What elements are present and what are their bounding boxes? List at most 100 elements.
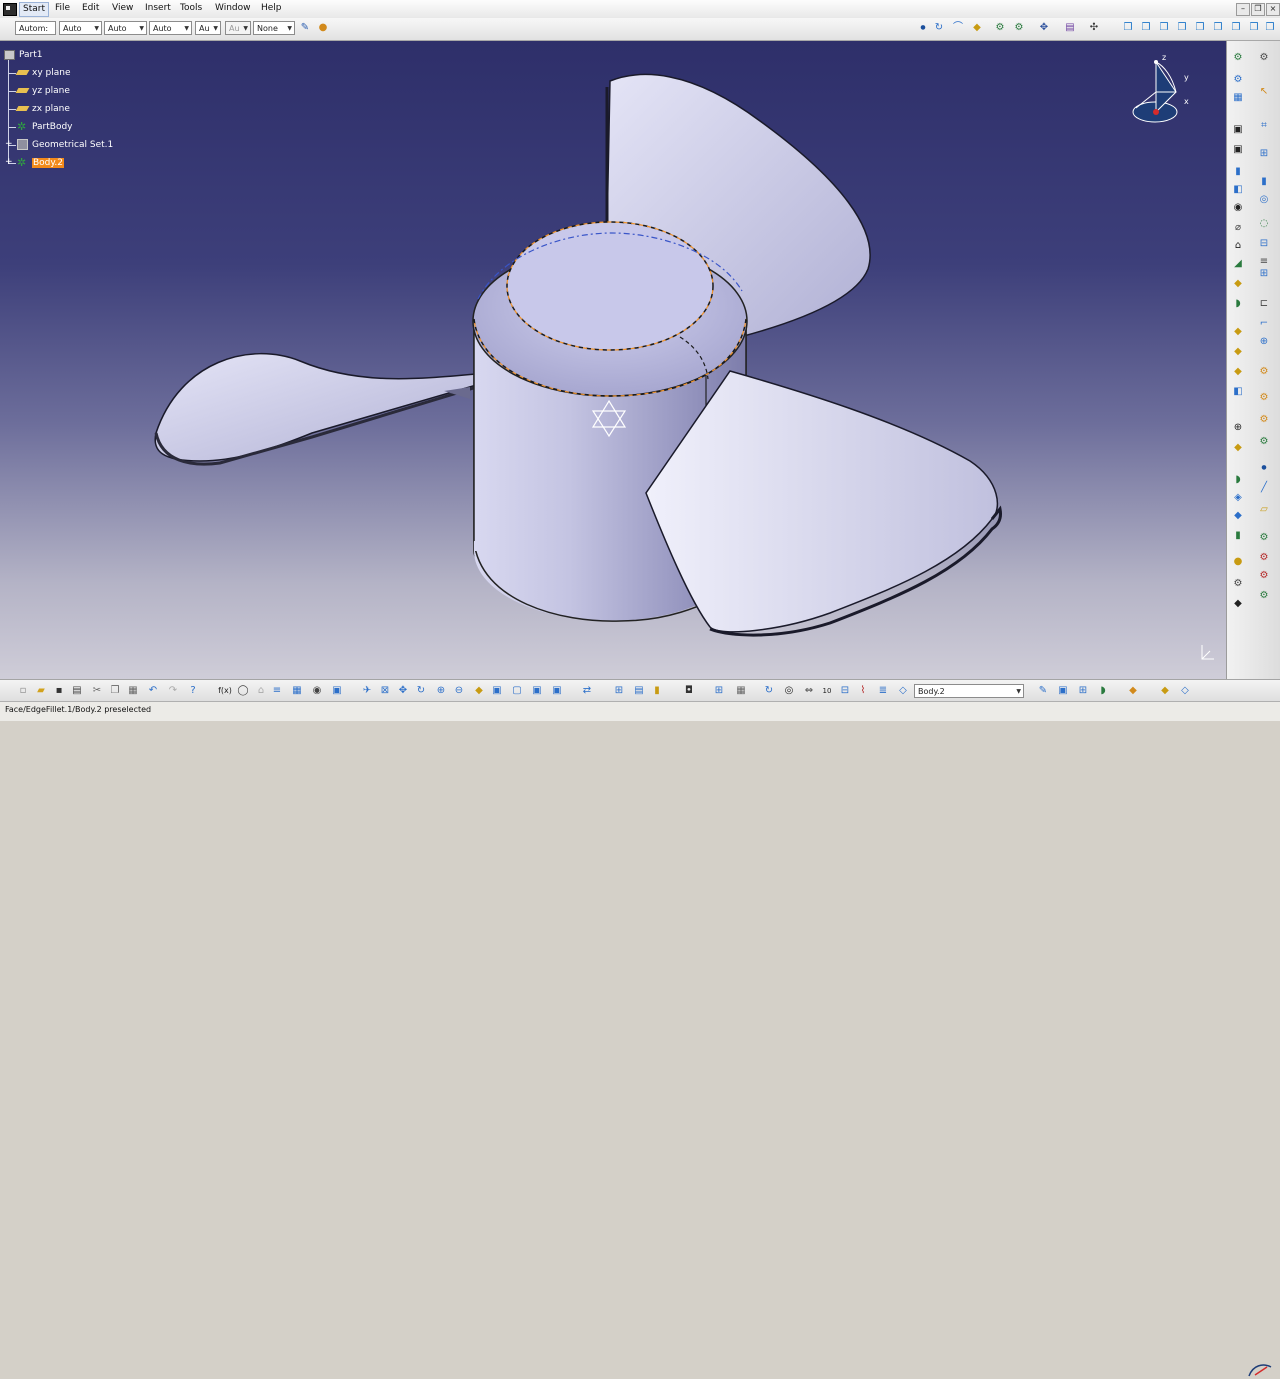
current-body-combo[interactable]: Body.2 ▼ [914,684,1024,698]
slot-icon[interactable]: ⌀ [1231,221,1245,235]
graphic-property-combo-6[interactable]: Au ▼ [225,21,251,35]
formula-icon[interactable]: f(x) [218,684,232,698]
chamfer-icon[interactable]: ⊞ [1257,267,1271,281]
sketcher-icon[interactable]: ⚙ [1231,51,1245,65]
constraint-icon[interactable]: ⊞ [1257,147,1271,161]
graphic-property-combo-5[interactable]: Au ▼ [195,21,221,35]
graphic-property-combo-4[interactable]: Auto ▼ [149,21,192,35]
point-ref-icon[interactable]: ● [1257,461,1271,475]
shaft-icon[interactable]: ◧ [1231,183,1245,197]
list-icon[interactable]: ≡ [270,684,284,698]
fly-mode-icon[interactable]: ✈ [360,684,374,698]
analysis-icon[interactable]: ⚙ [1012,21,1026,35]
pad-icon[interactable]: ▮ [1231,165,1245,179]
pocket-icon[interactable]: ▮ [1257,175,1271,189]
tree-node-body-2[interactable]: ✲ Body.2 [17,156,65,170]
view-bottom-icon[interactable]: ❒ [1229,21,1243,35]
remove-icon[interactable]: ◗ [1231,473,1245,487]
line-icon[interactable]: ╱ [1257,481,1271,495]
expand-plus-icon[interactable]: + [5,157,13,167]
measure-inertia-icon[interactable]: ⚙ [1231,577,1245,591]
compass[interactable]: z y x [1128,53,1192,130]
plane-ref-icon[interactable]: ▱ [1257,503,1271,517]
shell-icon[interactable]: ◗ [1231,297,1245,311]
scaling-icon[interactable]: ⚙ [1257,413,1271,427]
propeller-model[interactable] [0,41,1226,679]
hide-show-icon[interactable]: ▣ [550,684,564,698]
knowledge-icon[interactable]: ⚙ [1257,589,1271,603]
graphic-property-combo-3[interactable]: Auto ▼ [104,21,147,35]
copy-icon[interactable]: ❐ [108,684,122,698]
light-icon[interactable]: ◇ [1178,684,1192,698]
menu-start[interactable]: Start [19,2,49,17]
close-button[interactable]: × [1266,3,1280,16]
tree-node-part1[interactable]: Part1 [4,48,43,62]
multi-view-icon[interactable]: ▣ [490,684,504,698]
cog-icon[interactable]: ⚙ [993,21,1007,35]
quick-view-icon[interactable]: ▢ [510,684,524,698]
thickness-icon[interactable]: ⊏ [1257,297,1271,311]
new-icon[interactable]: ▫ [16,684,30,698]
catia-app-icon[interactable] [3,3,17,16]
translation-icon[interactable]: ⚙ [1257,365,1271,379]
macro-icon[interactable]: ◉ [310,684,324,698]
axis-icon[interactable]: ⊕ [1231,421,1245,435]
catalog-icon[interactable]: ◆ [1231,597,1245,611]
geometry-icon[interactable]: ⊞ [1076,684,1090,698]
graphic-property-combo-7[interactable]: None ▼ [253,21,295,35]
tree-node-partbody[interactable]: ✲ PartBody [17,120,73,134]
positioned-sketch-icon[interactable]: ▣ [1231,143,1245,157]
view-iso-icon[interactable]: ❒ [1121,21,1135,35]
pan-icon[interactable]: ✥ [396,684,410,698]
apply-icon[interactable]: ◗ [1096,684,1110,698]
tree-node-yz-plane[interactable]: yz plane [15,84,70,98]
manual-update-icon[interactable]: ▤ [632,684,646,698]
hole-icon[interactable]: ◉ [1231,201,1245,215]
tools-icon[interactable]: ▦ [1231,91,1245,105]
assemble-icon[interactable]: ◆ [1231,441,1245,455]
fit-all-in-icon[interactable]: ⊠ [378,684,392,698]
menu-edit[interactable]: Edit [82,3,99,13]
sketch-icon[interactable]: ▣ [1231,123,1245,137]
apply-material-icon[interactable]: ⚙ [1257,531,1271,545]
wireframe-icon[interactable]: ⌇ [856,684,870,698]
print-icon[interactable]: ▤ [70,684,84,698]
groove-icon[interactable]: ◎ [1257,193,1271,207]
dimension-icon[interactable]: 10 [820,684,834,698]
graphic-property-combo-2[interactable]: Auto ▼ [59,21,102,35]
sheet-icon[interactable]: ▤ [1063,21,1077,35]
close-surface-icon[interactable]: ◆ [1231,345,1245,359]
measure-icon[interactable]: ● [1231,555,1245,569]
intersect-icon[interactable]: ◈ [1231,491,1245,505]
tree-node-xy-plane[interactable]: xy plane [15,66,70,80]
add-icon[interactable]: ⚙ [1257,435,1271,449]
design-table-icon[interactable]: ▣ [330,684,344,698]
curve-icon[interactable]: ⌒ [951,21,965,35]
catalog-browser-icon[interactable]: ⊞ [712,684,726,698]
point-icon[interactable]: ● [916,21,930,35]
settings-icon[interactable]: ⚙ [1257,51,1271,65]
zoom-in-icon[interactable]: ⊕ [434,684,448,698]
comment-icon[interactable]: ◯ [236,684,250,698]
thread-icon[interactable]: ⌐ [1257,317,1271,331]
brush-icon[interactable]: ✎ [1036,684,1050,698]
3d-viewport[interactable]: Part1 xy plane yz plane zx plane ✲ PartBo… [0,41,1226,679]
menu-file[interactable]: File [55,3,70,13]
save-icon[interactable]: ▪ [52,684,66,698]
whats-this-icon[interactable]: ? [186,684,200,698]
split-icon[interactable]: ◆ [1231,325,1245,339]
fit-all-icon[interactable]: ❒ [1263,21,1277,35]
rib-icon[interactable]: ◌ [1257,217,1271,231]
compass-tool-icon[interactable]: ✥ [1037,21,1051,35]
draft-icon[interactable]: ◆ [1231,277,1245,291]
menu-insert[interactable]: Insert [145,3,171,13]
menu-window[interactable]: Window [215,3,251,13]
reorder-icon[interactable]: ↻ [762,684,776,698]
mirror-icon[interactable]: ◧ [1231,385,1245,399]
menu-view[interactable]: View [112,3,133,13]
zoom-out-icon[interactable]: ⊖ [452,684,466,698]
update-icon[interactable]: ⊞ [612,684,626,698]
workbench-icon[interactable]: ⚙ [1231,73,1245,87]
open-icon[interactable]: ▰ [34,684,48,698]
undo-icon[interactable]: ↶ [146,684,160,698]
